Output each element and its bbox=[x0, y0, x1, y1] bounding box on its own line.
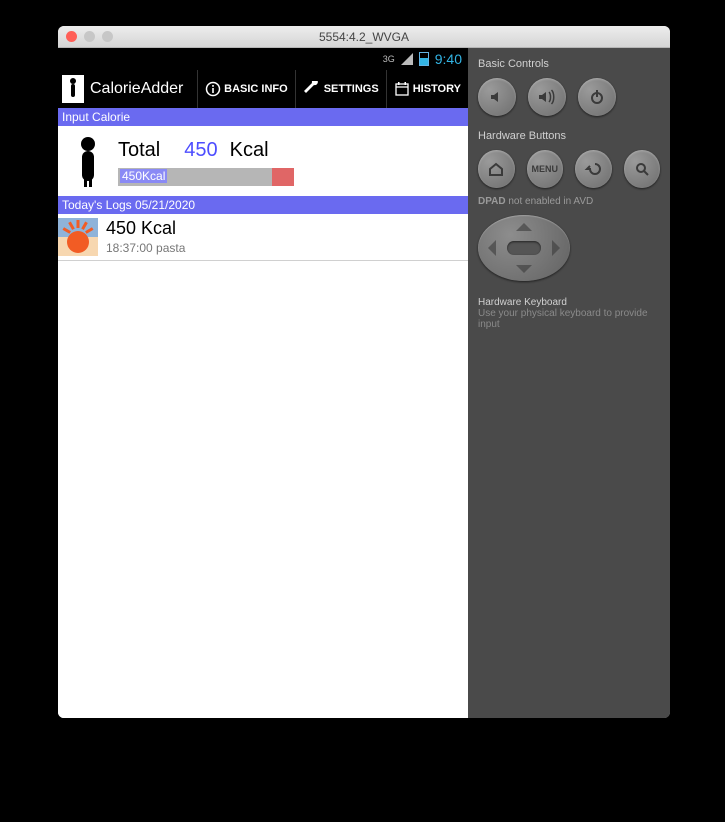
basic-info-label: BASIC INFO bbox=[224, 83, 288, 95]
window-close-button[interactable] bbox=[66, 31, 77, 42]
input-calorie-header: Input Calorie bbox=[58, 108, 468, 126]
hardware-buttons-title: Hardware Buttons bbox=[478, 130, 660, 142]
status-clock: 9:40 bbox=[435, 51, 462, 67]
keyboard-title: Hardware Keyboard bbox=[478, 297, 660, 308]
log-meta: 18:37:00 pasta bbox=[106, 241, 185, 255]
dpad-note: DPAD not enabled in AVD bbox=[478, 196, 660, 207]
app-title: CalorieAdder bbox=[90, 80, 183, 98]
log-title: 450 Kcal bbox=[106, 218, 185, 239]
info-icon bbox=[205, 81, 221, 97]
window-title: 5554:4.2_WVGA bbox=[58, 30, 670, 44]
todays-logs-header: Today's Logs 05/21/2020 bbox=[58, 196, 468, 214]
history-label: HISTORY bbox=[413, 83, 461, 95]
emulator-panel: Basic Controls Hardware Buttons MENU bbox=[468, 48, 670, 718]
calendar-icon bbox=[394, 81, 410, 97]
volume-up-button[interactable] bbox=[528, 78, 566, 116]
dpad-up[interactable] bbox=[516, 223, 532, 231]
total-value: 450 bbox=[184, 139, 217, 162]
traffic-lights bbox=[66, 31, 113, 42]
wrench-icon bbox=[303, 81, 321, 97]
dpad-left[interactable] bbox=[488, 240, 496, 256]
dpad-right[interactable] bbox=[552, 240, 560, 256]
basic-info-button[interactable]: BASIC INFO bbox=[197, 70, 295, 108]
app-action-bar: CalorieAdder BASIC INFO SETTINGS bbox=[58, 70, 468, 108]
basic-controls-title: Basic Controls bbox=[478, 58, 660, 70]
signal-icon bbox=[401, 53, 413, 65]
android-status-bar: 3G 9:40 bbox=[58, 48, 468, 70]
window-minimize-button[interactable] bbox=[84, 31, 95, 42]
progress-text: 450Kcal bbox=[120, 169, 167, 183]
power-button[interactable] bbox=[578, 78, 616, 116]
dpad-center[interactable] bbox=[507, 241, 541, 255]
sunrise-icon bbox=[58, 218, 98, 256]
dpad bbox=[478, 215, 570, 281]
calorie-summary[interactable]: Total 450 Kcal 450Kcal bbox=[58, 126, 468, 196]
volume-down-button[interactable] bbox=[478, 78, 516, 116]
battery-icon bbox=[419, 52, 429, 66]
settings-button[interactable]: SETTINGS bbox=[295, 70, 386, 108]
log-item[interactable]: 450 Kcal 18:37:00 pasta bbox=[58, 214, 468, 261]
search-button[interactable] bbox=[624, 150, 661, 188]
dpad-down[interactable] bbox=[516, 265, 532, 273]
menu-label: MENU bbox=[532, 164, 559, 174]
calorie-progress-bar: 450Kcal bbox=[118, 168, 294, 186]
device-screen: 3G 9:40 CalorieAdder bbox=[58, 48, 468, 718]
settings-label: SETTINGS bbox=[324, 83, 379, 95]
empty-area bbox=[58, 261, 468, 718]
back-button[interactable] bbox=[575, 150, 612, 188]
total-line: Total 450 Kcal bbox=[118, 139, 454, 162]
keyboard-note: Hardware Keyboard Use your physical keyb… bbox=[478, 297, 660, 330]
home-button[interactable] bbox=[478, 150, 515, 188]
total-label: Total bbox=[118, 139, 160, 162]
history-button[interactable]: HISTORY bbox=[386, 70, 468, 108]
window-zoom-button[interactable] bbox=[102, 31, 113, 42]
keyboard-sub: Use your physical keyboard to provide in… bbox=[478, 308, 660, 330]
window-titlebar: 5554:4.2_WVGA bbox=[58, 26, 670, 48]
total-unit: Kcal bbox=[230, 139, 269, 162]
network-indicator: 3G bbox=[383, 54, 395, 64]
app-icon bbox=[62, 75, 84, 103]
dpad-note-text: not enabled in AVD bbox=[508, 196, 593, 207]
menu-button[interactable]: MENU bbox=[527, 150, 564, 188]
emulator-window: 5554:4.2_WVGA 3G 9:40 CalorieAdder bbox=[58, 26, 670, 718]
person-icon bbox=[72, 136, 104, 188]
